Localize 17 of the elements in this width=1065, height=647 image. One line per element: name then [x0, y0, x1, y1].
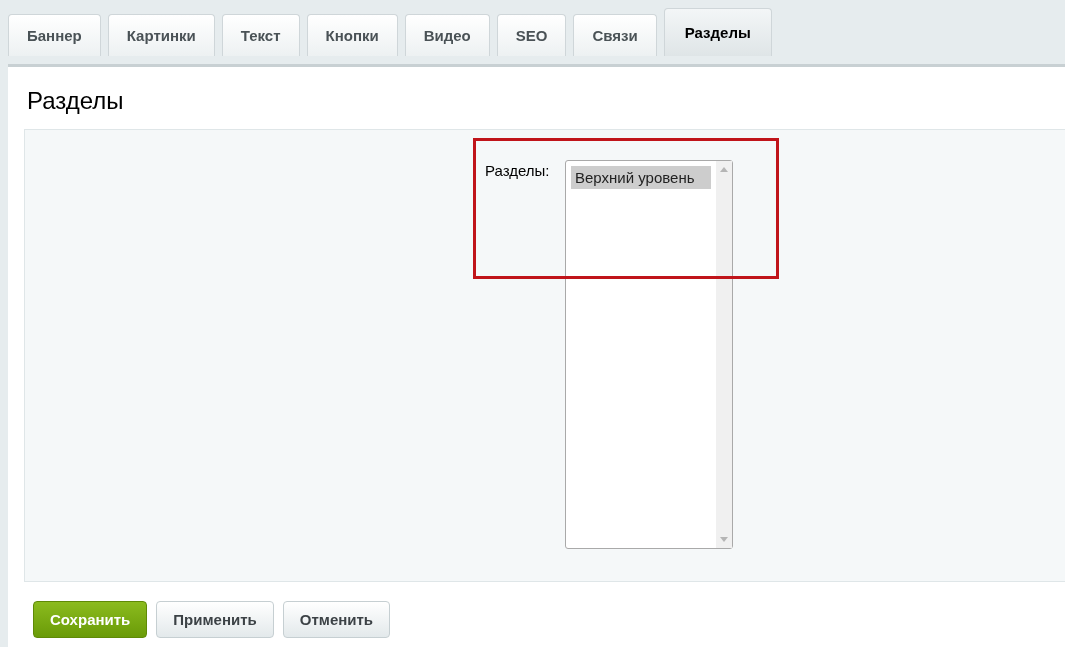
- field-label: Разделы:: [485, 161, 551, 179]
- action-button[interactable]: Отменить: [282, 601, 391, 638]
- tab[interactable]: Кнопки: [306, 14, 398, 56]
- tab[interactable]: Видео: [404, 14, 490, 56]
- scrollbar[interactable]: [716, 161, 732, 548]
- tab[interactable]: SEO: [496, 14, 567, 56]
- tab[interactable]: Картинки: [107, 14, 215, 56]
- panel-title: Разделы: [26, 86, 125, 116]
- action-button[interactable]: Применить: [156, 601, 274, 638]
- list-option[interactable]: Верхний уровень: [571, 166, 711, 189]
- scroll-up-icon[interactable]: [720, 167, 728, 172]
- sections-listbox[interactable]: Верхний уровень: [565, 160, 733, 549]
- scroll-down-icon[interactable]: [720, 537, 728, 542]
- tab[interactable]: Разделы: [663, 8, 772, 56]
- tab[interactable]: Баннер: [8, 14, 101, 56]
- tab[interactable]: Связи: [573, 14, 657, 56]
- tab[interactable]: Текст: [221, 14, 300, 56]
